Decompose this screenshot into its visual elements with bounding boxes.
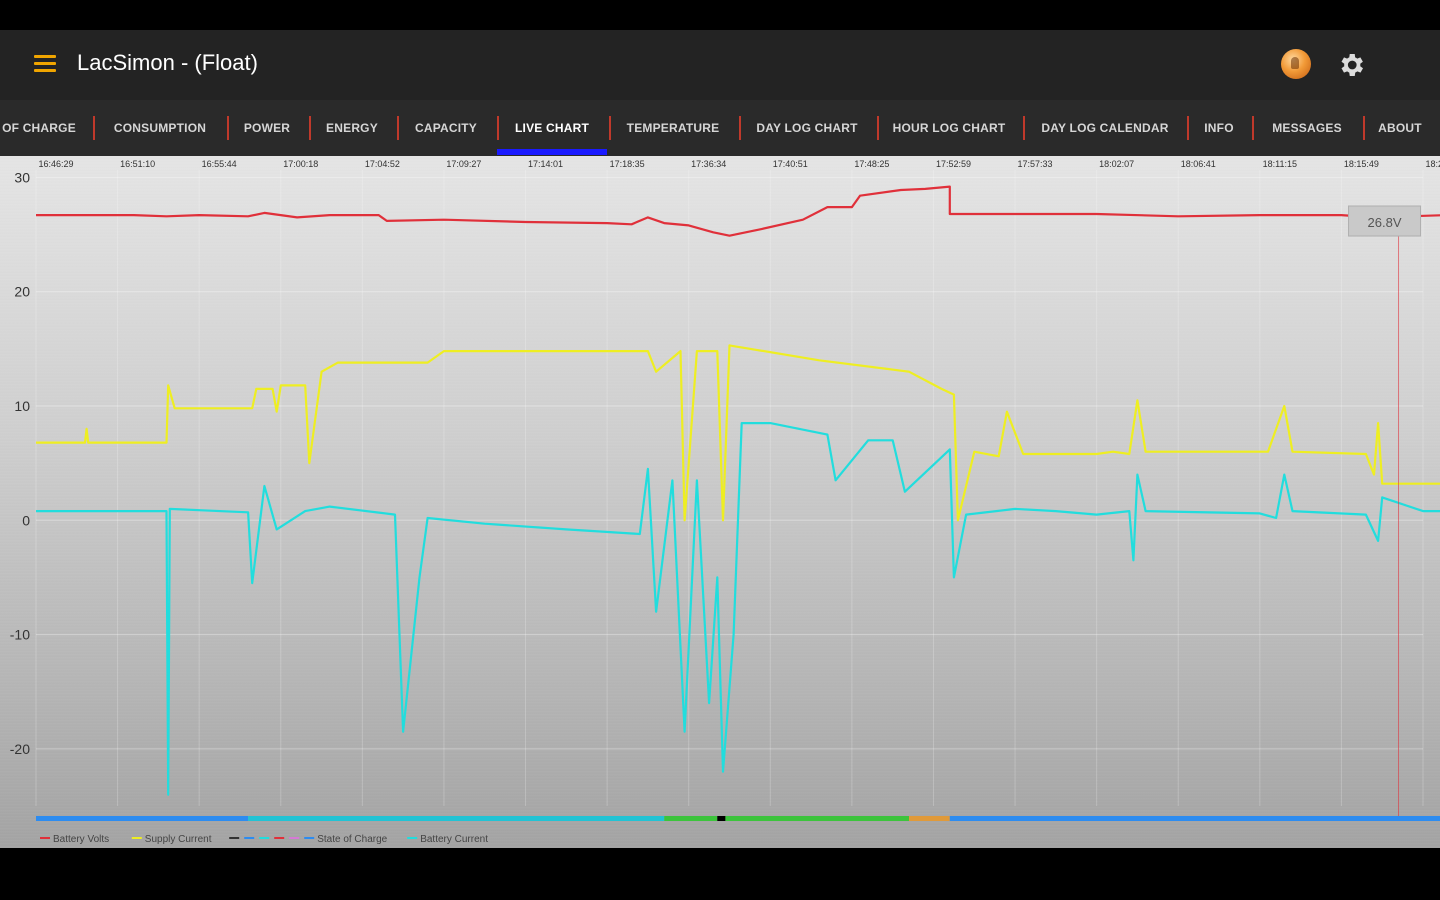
legend-label: Battery Volts (53, 834, 109, 845)
tab-live-chart[interactable]: LIVE CHART (504, 100, 600, 156)
tab-info[interactable]: INFO (1194, 100, 1244, 156)
y-tick-label: -20 (10, 741, 30, 757)
x-tick-label: 17:00:18 (283, 159, 318, 169)
tab-separator (609, 116, 611, 140)
soc-bar-segment (664, 816, 718, 821)
chart-cursor: 26.8V (1348, 205, 1422, 816)
tab-separator (1363, 116, 1365, 140)
tab-separator (397, 116, 399, 140)
tab-separator (227, 116, 229, 140)
x-tick-label: 18:06:41 (1181, 159, 1216, 169)
x-tick-label: 16:55:44 (202, 159, 237, 169)
tab-day-log-calendar[interactable]: DAY LOG CALENDAR (1030, 100, 1180, 156)
x-tick-label: 18:15:49 (1344, 159, 1379, 169)
tab-separator (1023, 116, 1025, 140)
tab-consumption[interactable]: CONSUMPTION (100, 100, 220, 156)
x-tick-label: 17:36:34 (691, 159, 726, 169)
y-axis: 30 20 10 0 -10 -20 (10, 169, 30, 756)
y-tick-label: 0 (22, 512, 30, 528)
x-tick-label: 18:02:07 (1099, 159, 1134, 169)
soc-bar-segment (949, 816, 1440, 821)
x-tick-label: 18:20:23 (1425, 159, 1440, 169)
state-of-charge-bar (36, 816, 1440, 821)
x-tick-label: 17:57:33 (1018, 159, 1053, 169)
app-bar: LacSimon - (Float) (0, 30, 1440, 100)
x-tick-label: 17:18:35 (610, 159, 645, 169)
tab-messages[interactable]: MESSAGES (1259, 100, 1355, 156)
tab-hour-log-chart[interactable]: HOUR LOG CHART (884, 100, 1014, 156)
app-logo-icon[interactable] (1281, 49, 1311, 79)
x-tick-label: 18:11:15 (1263, 159, 1297, 169)
x-tick-label: 16:51:10 (120, 159, 155, 169)
tab-state-of-charge[interactable]: OF CHARGE (0, 100, 78, 156)
legend-label: Battery Current (420, 834, 488, 845)
tab-temperature[interactable]: TEMPERATURE (616, 100, 730, 156)
live-chart[interactable]: 30 20 10 0 -10 -20 16:46:29 16:51:10 16:55:44 17… (0, 156, 1440, 848)
tab-capacity[interactable]: CAPACITY (404, 100, 488, 156)
x-tick-label: 17:04:52 (365, 159, 400, 169)
chart-series (36, 185, 1440, 796)
soc-bar-segment (725, 816, 909, 821)
x-tick-label: 17:40:51 (773, 159, 808, 169)
x-tick-label: 17:14:01 (528, 159, 563, 169)
y-tick-label: 10 (14, 398, 30, 414)
series-line-battery-volts (36, 185, 1440, 237)
bottom-black-bar (0, 848, 1440, 900)
soc-bar-segment (717, 816, 726, 821)
tab-bar: OF CHARGE CONSUMPTION POWER ENERGY CAPAC… (0, 100, 1440, 156)
x-axis: 16:46:29 16:51:10 16:55:44 17:00:18 17:04:52… (38, 159, 1440, 169)
chart-legend: Battery Volts Supply Current State of Char… (40, 834, 488, 845)
tab-separator (309, 116, 311, 140)
tab-separator (93, 116, 95, 140)
y-tick-label: 30 (14, 169, 30, 185)
gear-icon[interactable] (1336, 50, 1366, 80)
menu-icon[interactable] (34, 55, 56, 73)
tab-separator (497, 116, 499, 140)
page-title: LacSimon - (Float) (77, 50, 258, 75)
y-tick-label: 20 (14, 284, 30, 300)
tab-separator (1187, 116, 1189, 140)
live-chart-panel[interactable]: 30 20 10 0 -10 -20 16:46:29 16:51:10 16:55:44 17… (0, 156, 1440, 848)
cursor-tooltip-text: 26.8V (1368, 215, 1402, 230)
tab-day-log-chart[interactable]: DAY LOG CHART (746, 100, 868, 156)
tab-separator (1252, 116, 1254, 140)
x-tick-label: 17:09:27 (446, 159, 481, 169)
tab-about[interactable]: ABOUT (1370, 100, 1430, 156)
chart-grid (35, 170, 1424, 806)
y-tick-label: -10 (10, 627, 30, 643)
tab-separator (739, 116, 741, 140)
x-tick-label: 17:48:25 (854, 159, 889, 169)
x-tick-label: 17:52:59 (936, 159, 971, 169)
soc-bar-segment (908, 816, 950, 821)
series-line-battery-current (36, 422, 1440, 796)
legend-label: State of Charge (317, 834, 387, 845)
tab-power[interactable]: POWER (234, 100, 300, 156)
legend-label: Supply Current (145, 834, 212, 845)
x-tick-label: 16:46:29 (38, 159, 73, 169)
active-tab-indicator (497, 149, 607, 155)
tab-separator (877, 116, 879, 140)
soc-bar-segment (248, 816, 665, 821)
tab-energy[interactable]: ENERGY (316, 100, 388, 156)
soc-bar-segment (36, 816, 249, 821)
